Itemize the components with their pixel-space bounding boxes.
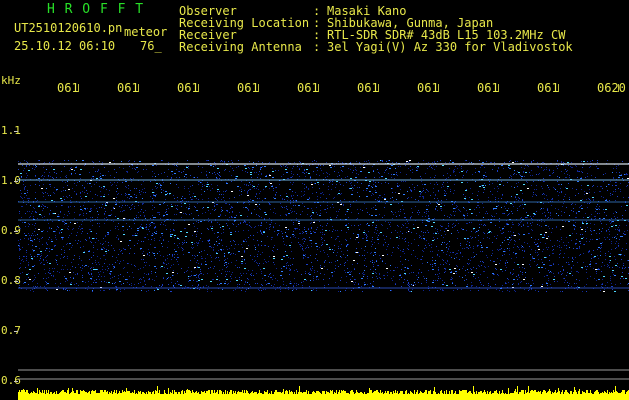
y-tick-mark [14,381,18,382]
app-title: H R O F F T [47,2,145,17]
x-tick-mark [198,84,199,92]
spectrogram-view [18,92,629,400]
x-tick-mark [318,84,319,92]
y-tick-mark [14,331,18,332]
y-tick-mark [14,231,18,232]
x-tick-mark [138,84,139,92]
type-label: meteor [124,25,168,39]
x-tick-mark [438,84,439,92]
x-tick-mark [618,84,619,92]
y-tick-mark [14,181,18,182]
y-tick-mark [14,131,18,132]
count-label: 76_ [140,39,162,53]
y-tick-mark [14,281,18,282]
x-tick-mark [378,84,379,92]
y-axis-unit: kHz [1,74,21,87]
antenna-sep: : [313,40,321,54]
header: H R O F F T UT2510120610.pn meteor 25.10… [0,0,629,76]
x-tick-mark [558,84,559,92]
date-time: 25.10.12 06:10 [14,39,116,53]
x-tick-mark [78,84,79,92]
spectrogram-canvas [18,160,629,400]
file-name: UT2510120610.pn [14,21,123,35]
power-bar [18,386,629,400]
antenna-value: 3el Yagi(V) Az 330 for Vladivostok [327,40,573,54]
x-tick-mark [258,84,259,92]
antenna-label: Receiving Antenna [179,40,302,54]
x-tick-mark [498,84,499,92]
